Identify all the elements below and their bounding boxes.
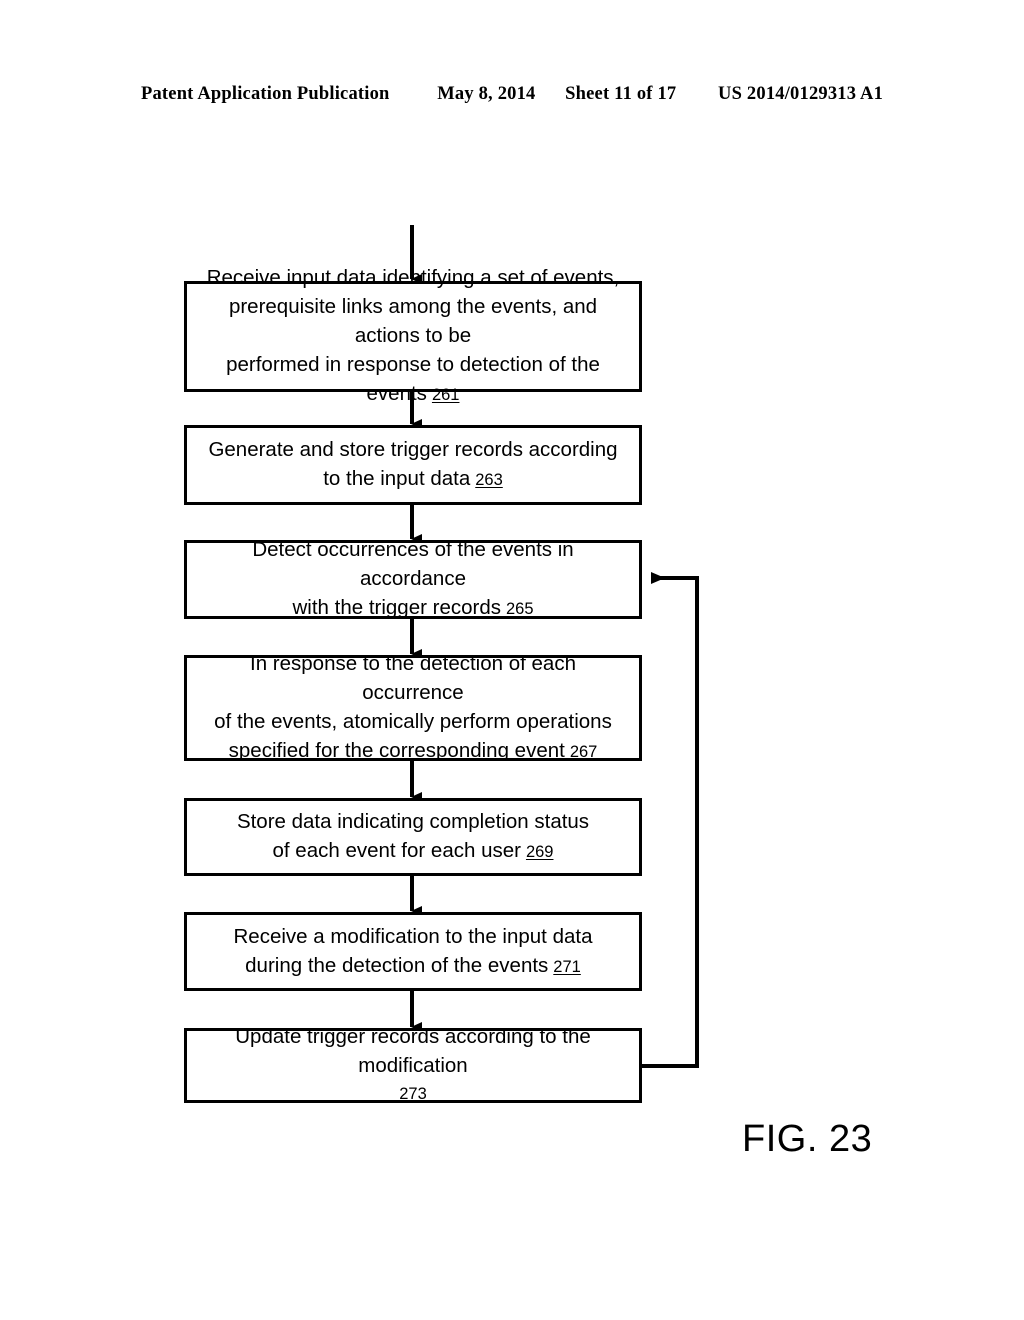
flow-node-261[interactable]: Receive input data identifying a set of … [184, 266, 642, 405]
flow-node-267-refnum: 267 [569, 743, 598, 761]
figure-label: FIG. 23 [742, 1118, 873, 1160]
flow-node-265[interactable]: Detect occurrences of the events in acco… [184, 538, 642, 619]
flow-node-265-line-1: Detect occurrences of the events in acco… [252, 538, 574, 590]
flow-node-263-line-2: to the input data [323, 467, 471, 490]
flow-node-267-line-2: of the events, atomically perform operat… [214, 710, 612, 733]
flow-node-267-line-1: In response to the detection of each occ… [250, 652, 576, 704]
flow-node-265-text: Detect occurrences of the events in acco… [197, 535, 629, 624]
flow-node-273-text: Update trigger records according to the … [197, 1022, 629, 1109]
flow-node-265-line-2: with the trigger records [292, 596, 501, 619]
flow-node-263-refnum: 263 [475, 471, 503, 489]
flow-node-271-line-1: Receive a modification to the input data [233, 924, 593, 948]
flow-node-261-line-2: prerequisite links among the events, and… [228, 295, 598, 347]
flow-node-263-text: Generate and store trigger records accor… [208, 435, 617, 495]
flow-node-271[interactable]: Receive a modification to the input data… [184, 912, 642, 991]
flow-node-269-text: Store data indicating completion status … [237, 807, 589, 867]
flow-node-273-line-1: Update trigger records according to the … [235, 1025, 591, 1077]
flow-node-261-refnum: 261 [431, 386, 460, 404]
flow-node-261-text: Receive input data identifying a set of … [197, 263, 629, 410]
flow-node-269-line-1: Store data indicating completion status [236, 810, 590, 833]
flow-node-269-line-2: of each event for each user [272, 839, 521, 862]
flow-node-263-line-1: Generate and store trigger records accor… [208, 438, 618, 461]
flow-node-269[interactable]: Store data indicating completion status … [184, 798, 642, 876]
flow-node-271-refnum: 271 [553, 957, 581, 976]
flow-node-267-line-3: specified for the corresponding event [228, 739, 565, 762]
flow-node-265-refnum: 265 [505, 600, 534, 618]
flow-node-271-text: Receive a modification to the input data… [234, 922, 593, 982]
edge-273-to-265-feedback-loop [642, 572, 699, 1068]
flow-node-261-line-3: performed in response to detection of th… [226, 353, 600, 405]
flow-node-273[interactable]: Update trigger records according to the … [184, 1025, 642, 1103]
flow-node-271-line-2: during the detection of the events [245, 953, 549, 977]
flow-node-261-line-1: Receive input data identifying a set of … [206, 266, 620, 289]
flow-node-273-refnum: 273 [399, 1085, 427, 1103]
flow-node-267[interactable]: In response to the detection of each occ… [184, 652, 642, 762]
flow-node-267-text: In response to the detection of each occ… [197, 649, 629, 767]
flow-node-263[interactable]: Generate and store trigger records accor… [184, 425, 642, 505]
flow-node-269-refnum: 269 [525, 843, 554, 861]
